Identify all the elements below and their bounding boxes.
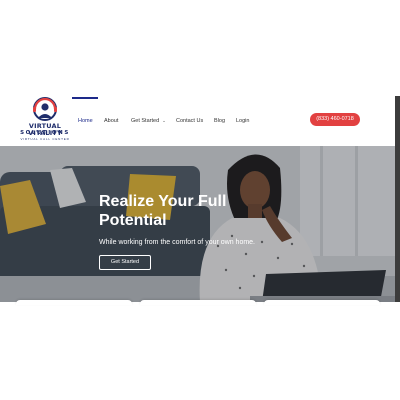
phone-button[interactable]: (833) 460-0718: [310, 113, 360, 126]
hero-title: Realize Your Full Potential: [99, 193, 227, 229]
nav-item-about[interactable]: About: [104, 117, 118, 125]
content-area: [0, 302, 400, 400]
nav-item-get-started[interactable]: Get Started ⌄: [131, 117, 166, 125]
brand-tagline: VIRTUAL CALL CENTER: [20, 137, 70, 141]
feature-card: [140, 300, 256, 305]
get-started-button[interactable]: Get Started: [99, 255, 151, 270]
hero-subtitle: While working from the comfort of your o…: [99, 239, 256, 246]
feature-card: [16, 300, 132, 305]
scrollbar[interactable]: [395, 96, 400, 304]
site-header: VIRTUAL VITALITY SOLUTIONS VIRTUAL CALL …: [0, 96, 395, 146]
nav-item-contact-us[interactable]: Contact Us: [176, 117, 203, 125]
brand-name-line2: SOLUTIONS: [20, 130, 70, 136]
headset-person-icon: [33, 97, 57, 121]
nav-item-get-started-label: Get Started: [131, 118, 160, 124]
top-blank-area: [0, 0, 400, 96]
feature-card: [264, 300, 380, 305]
nav-item-login[interactable]: Login: [236, 117, 249, 125]
nav-active-indicator: [72, 97, 98, 99]
hero-section: Realize Your Full Potential While workin…: [0, 146, 395, 302]
chevron-down-icon: ⌄: [162, 118, 166, 123]
nav-item-blog[interactable]: Blog: [214, 117, 225, 125]
nav-item-home[interactable]: Home: [78, 117, 93, 125]
brand-logo[interactable]: VIRTUAL VITALITY SOLUTIONS VIRTUAL CALL …: [17, 96, 73, 146]
